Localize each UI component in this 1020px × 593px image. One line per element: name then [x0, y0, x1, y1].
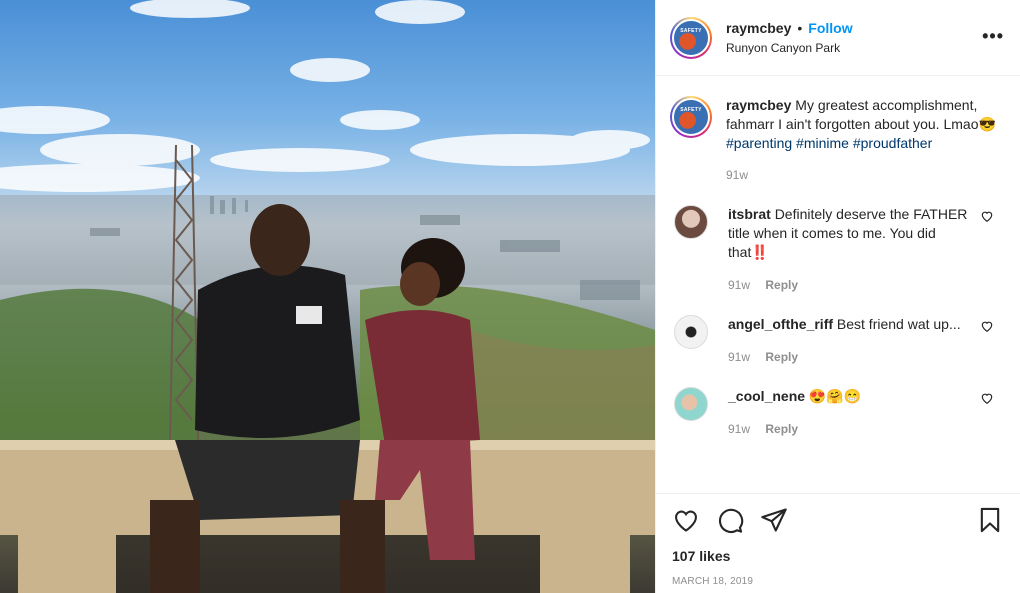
heart-icon[interactable] — [672, 506, 700, 534]
likes-count[interactable]: 107 likes — [672, 548, 1004, 564]
instagram-post: SAFETY raymcbey • Follow Runyon Canyon P… — [0, 0, 1020, 593]
author-username[interactable]: raymcbey — [726, 18, 791, 38]
comment-icon[interactable] — [716, 506, 744, 534]
post-photo[interactable] — [0, 0, 655, 593]
post-header: SAFETY raymcbey • Follow Runyon Canyon P… — [656, 0, 1020, 76]
post-caption: SAFETY raymcbey My greatest accomplishme… — [670, 96, 1004, 185]
comment-text: 😍🤗😁 — [808, 388, 862, 404]
separator-dot: • — [797, 19, 803, 36]
comments-list[interactable]: SAFETY raymcbey My greatest accomplishme… — [656, 76, 1020, 493]
commenter-avatar[interactable] — [674, 205, 708, 239]
post-location[interactable]: Runyon Canyon Park — [726, 38, 853, 58]
comment-text: Best friend wat up... — [836, 316, 961, 332]
more-options-icon[interactable]: ••• — [982, 26, 1004, 47]
comment-item: _cool_nene 😍🤗😁 91w Reply — [670, 387, 1004, 439]
comment-username[interactable]: _cool_nene — [728, 388, 805, 404]
comment-heart-icon[interactable] — [980, 391, 994, 405]
caption-username[interactable]: raymcbey — [726, 97, 791, 113]
post-date[interactable]: MARCH 18, 2019 — [672, 576, 1004, 587]
photo-illustration — [0, 0, 655, 593]
reply-button[interactable]: Reply — [765, 350, 798, 364]
comment-heart-icon[interactable] — [980, 319, 994, 333]
follow-button[interactable]: Follow — [808, 18, 852, 38]
comment-item: itsbrat Definitely deserve the FATHER ti… — [670, 205, 1004, 295]
post-actions: 107 likes MARCH 18, 2019 — [656, 493, 1020, 593]
comment-heart-icon[interactable] — [980, 209, 994, 223]
commenter-avatar[interactable] — [674, 387, 708, 421]
bookmark-icon[interactable] — [976, 506, 1004, 534]
comment-time[interactable]: 91w — [728, 350, 750, 364]
reply-button[interactable]: Reply — [765, 278, 798, 292]
comment-time[interactable]: 91w — [728, 278, 750, 292]
caption-avatar[interactable]: SAFETY — [670, 96, 712, 138]
avatar-tag: SAFETY — [680, 27, 702, 34]
caption-hashtags[interactable]: #parenting #minime #proudfather — [726, 134, 1004, 153]
caption-timestamp[interactable]: 91w — [726, 166, 1004, 185]
share-icon[interactable] — [760, 506, 788, 534]
post-side-panel: SAFETY raymcbey • Follow Runyon Canyon P… — [655, 0, 1020, 593]
comment-username[interactable]: angel_ofthe_riff — [728, 316, 833, 332]
reply-button[interactable]: Reply — [765, 422, 798, 436]
comment-time[interactable]: 91w — [728, 422, 750, 436]
comment-item: angel_ofthe_riff Best friend wat up... 9… — [670, 315, 1004, 367]
avatar-tag: SAFETY — [680, 107, 702, 113]
commenter-avatar[interactable] — [674, 315, 708, 349]
author-avatar[interactable]: SAFETY — [670, 16, 712, 59]
comment-username[interactable]: itsbrat — [728, 206, 771, 222]
